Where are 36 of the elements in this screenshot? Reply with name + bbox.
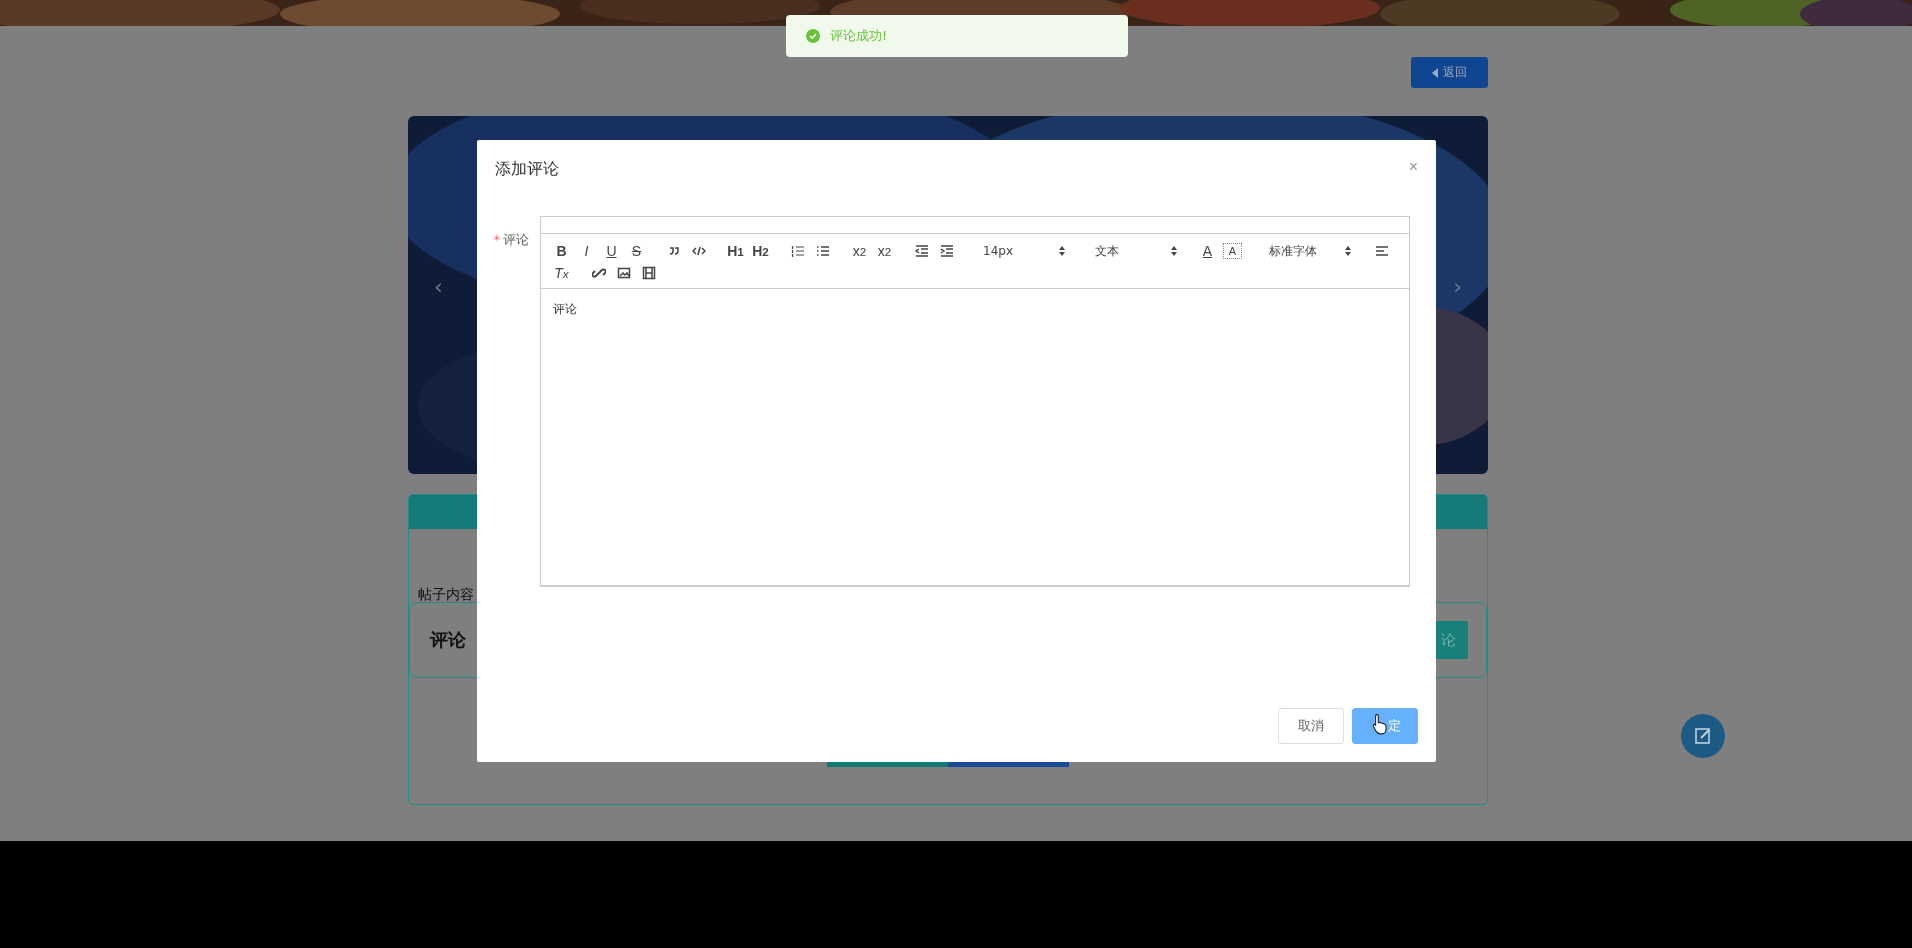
link-icon xyxy=(591,266,606,280)
code-icon xyxy=(691,244,706,258)
dialog-title: 添加评论 xyxy=(495,159,559,180)
back-button[interactable]: 返回 xyxy=(1411,57,1488,88)
previous-arrow[interactable]: ‹ xyxy=(434,276,443,298)
toast-message: 评论成功! xyxy=(830,27,888,45)
underline-button[interactable]: U xyxy=(599,240,624,262)
background-button[interactable]: A xyxy=(1220,240,1245,262)
color-button[interactable]: A xyxy=(1195,240,1220,262)
comment-list-title: 评论 xyxy=(430,628,466,652)
bold-button[interactable]: B xyxy=(549,240,574,262)
select-field[interactable]: 14px xyxy=(971,240,1071,262)
ul-icon xyxy=(815,244,830,258)
caret-left-icon xyxy=(1432,67,1438,78)
image-icon xyxy=(616,266,631,280)
sort-arrows-icon xyxy=(1345,246,1351,256)
sort-arrows-icon xyxy=(1059,246,1065,256)
editor-area[interactable]: 评论 xyxy=(541,289,1409,585)
cancel-button[interactable]: 取消 xyxy=(1278,708,1344,744)
italic-button[interactable]: I xyxy=(574,240,599,262)
check-icon xyxy=(806,29,820,43)
post-content-label: 帖子内容 xyxy=(418,585,474,604)
select-field[interactable]: 文本 xyxy=(1083,240,1183,262)
field-label: 评论 xyxy=(503,232,529,247)
ol-icon xyxy=(790,244,805,258)
sort-arrows-icon xyxy=(1171,246,1177,256)
edit-icon xyxy=(1693,726,1713,746)
required-mark: * xyxy=(493,232,500,247)
video-icon xyxy=(641,266,656,280)
hand-cursor-icon xyxy=(1372,713,1388,735)
select-field[interactable]: 标准字体 xyxy=(1257,240,1357,262)
outdent-icon xyxy=(914,244,929,258)
strike-button[interactable]: S xyxy=(624,240,649,262)
editor-text: 评论 xyxy=(553,302,577,316)
indent-icon xyxy=(939,244,954,258)
align-icon xyxy=(1374,244,1389,258)
